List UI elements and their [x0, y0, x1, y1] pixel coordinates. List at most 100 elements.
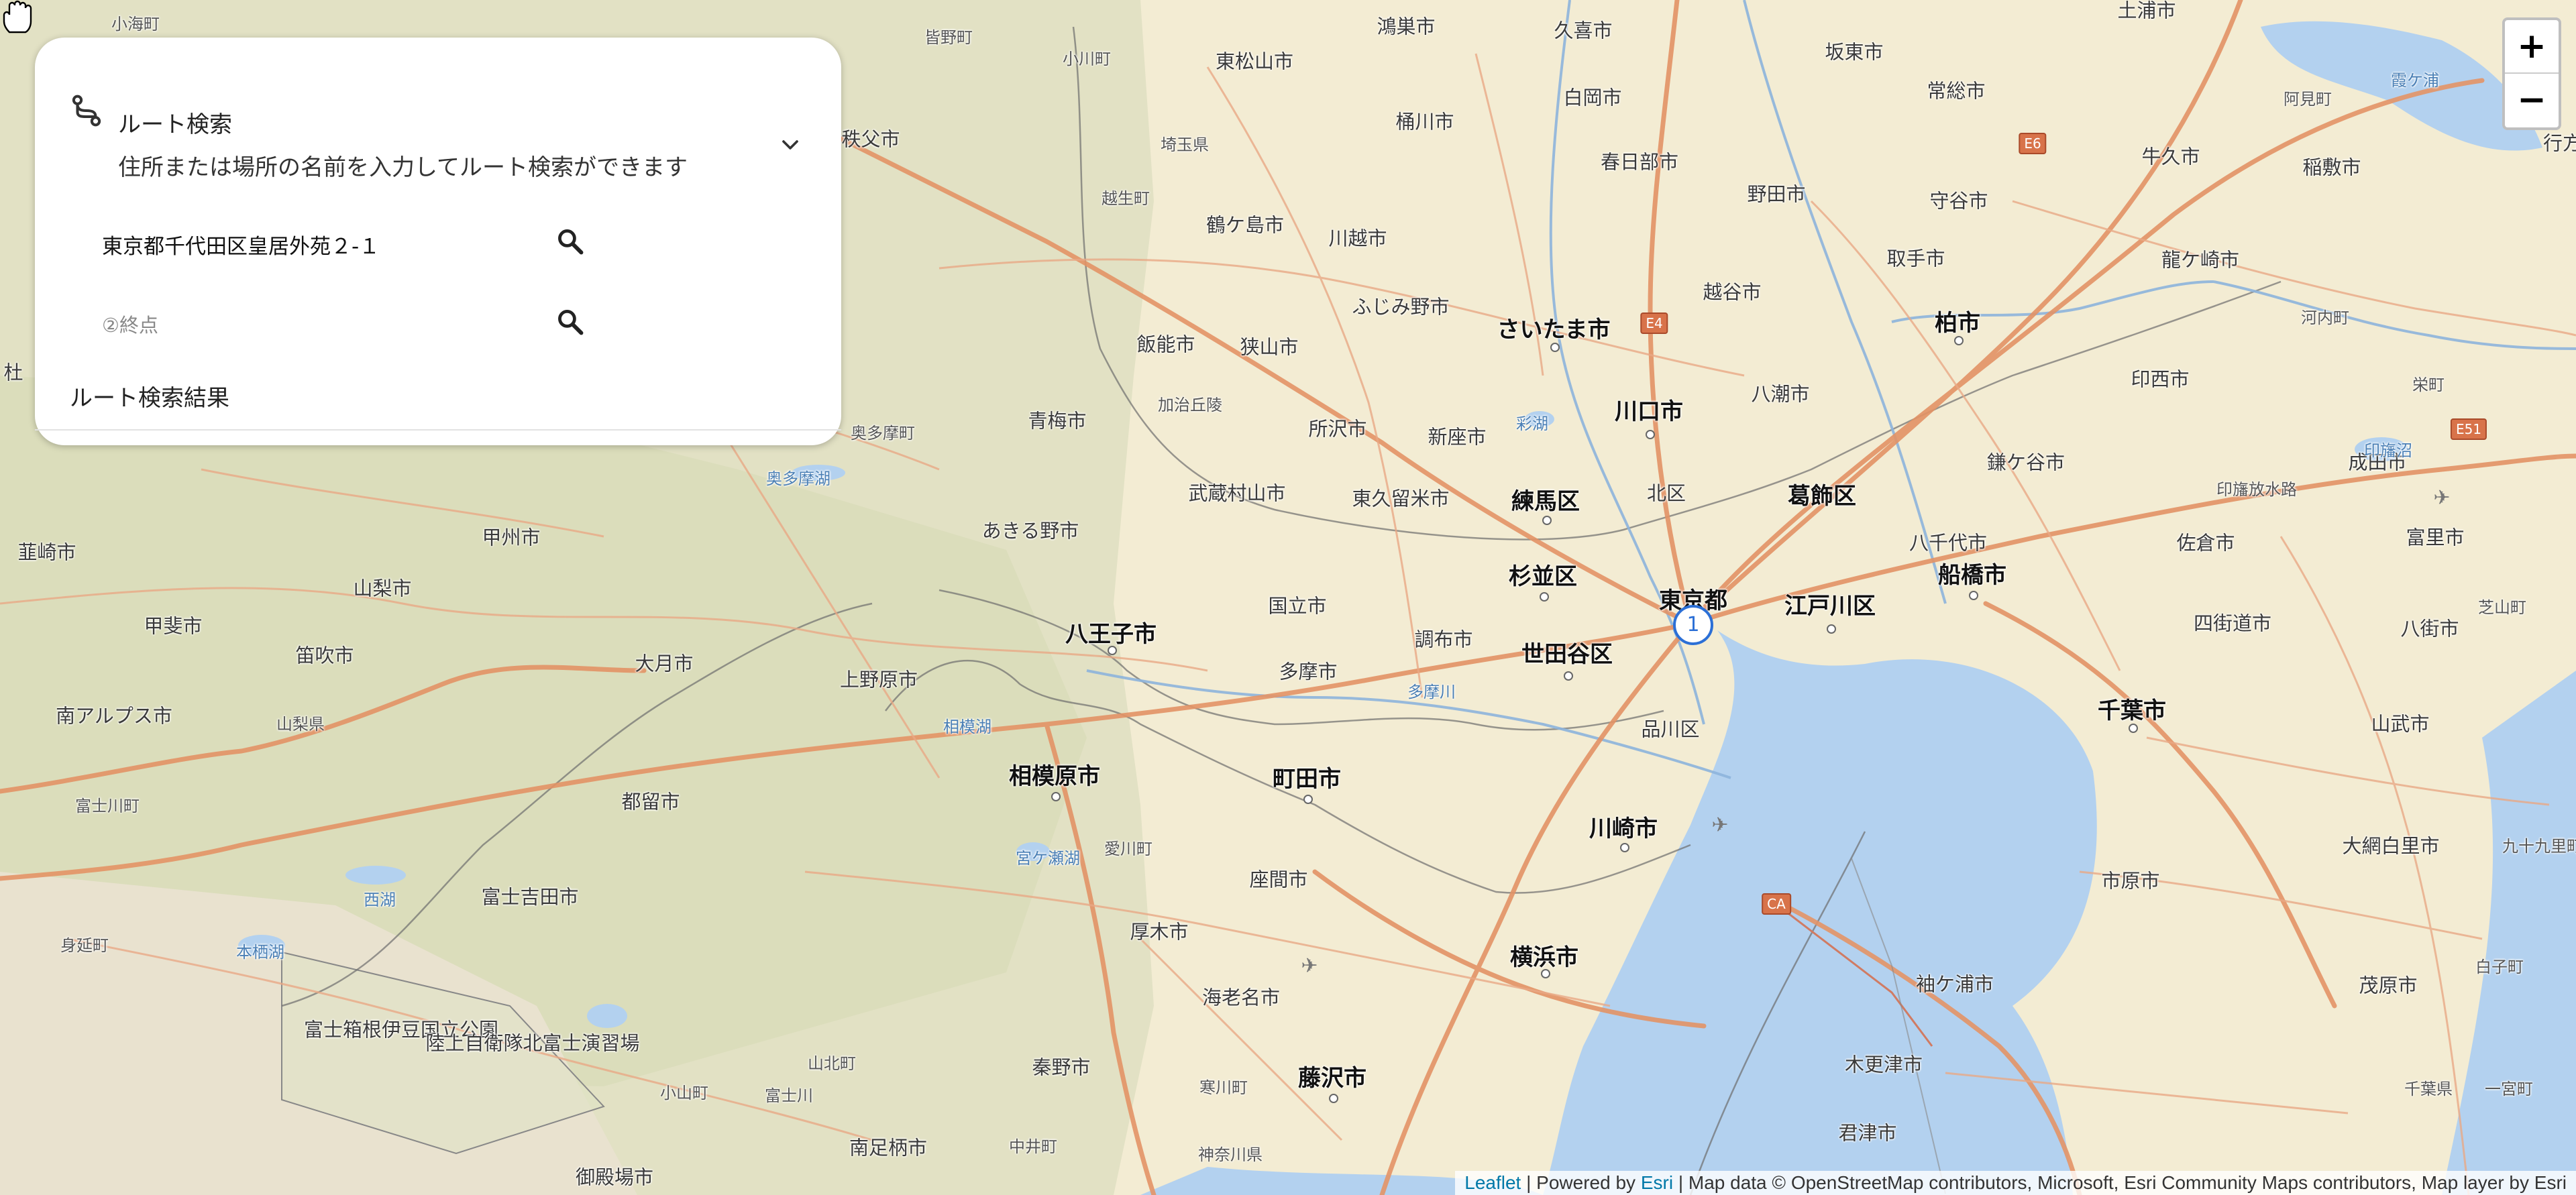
place-label: 杜 — [3, 361, 23, 384]
city-dot — [1542, 516, 1552, 525]
place-label: 千葉県 — [2404, 1080, 2453, 1098]
place-label: 北区 — [1646, 481, 1686, 505]
place-label: 相模原市 — [1009, 763, 1100, 790]
place-label: 河内町 — [2301, 308, 2349, 327]
city-dot — [1954, 336, 1964, 345]
place-label: 寒川町 — [1199, 1078, 1248, 1097]
place-label: 南足柄市 — [849, 1136, 928, 1159]
place-label: 新座市 — [1428, 425, 1487, 449]
place-label: 韮崎市 — [17, 540, 76, 564]
svg-text:✈: ✈ — [1711, 813, 1728, 837]
search-icon[interactable] — [555, 307, 585, 337]
leaflet-link[interactable]: Leaflet — [1464, 1172, 1521, 1193]
place-label: 小海町 — [111, 15, 160, 34]
place-label: 稲敷市 — [2302, 156, 2361, 179]
place-label: 八王子市 — [1065, 621, 1157, 648]
place-label: 栄町 — [2412, 376, 2445, 394]
place-label: 久喜市 — [1554, 19, 1613, 42]
place-label: 越谷市 — [1703, 280, 1762, 304]
place-label: 牛久市 — [2141, 145, 2200, 168]
place-label: 東久留米市 — [1352, 487, 1450, 510]
city-dot — [1540, 592, 1549, 602]
map-attribution: Leaflet | Powered by Esri | Map data © O… — [1455, 1171, 2576, 1195]
search-icon[interactable] — [555, 227, 585, 256]
place-label: 笛吹市 — [295, 644, 354, 667]
place-label: 彩湖 — [1516, 414, 1548, 433]
place-label: 土浦市 — [2117, 0, 2176, 22]
place-label: 藤沢市 — [1298, 1065, 1366, 1092]
attribution-sep: | Powered by — [1521, 1172, 1641, 1193]
place-label: 小川町 — [1063, 50, 1111, 68]
place-label: 町田市 — [1273, 766, 1341, 793]
place-label: ふじみ野市 — [1352, 295, 1450, 319]
route-search-panel: ルート検索 住所または場所の名前を入力してルート検索ができます 東京都千代田区皇… — [35, 38, 841, 445]
hand-cursor-icon — [3, 0, 32, 34]
place-label: 白岡市 — [1563, 86, 1622, 109]
place-label: 守谷市 — [1929, 189, 1988, 213]
place-label: 宮ケ瀬湖 — [1016, 849, 1080, 868]
place-label: 奥多摩町 — [851, 424, 915, 443]
place-label: 川崎市 — [1589, 815, 1658, 842]
start-point-field[interactable]: 東京都千代田区皇居外苑２-１ — [102, 216, 585, 270]
place-label: 芝山町 — [2478, 598, 2526, 617]
place-label: 調布市 — [1414, 628, 1473, 651]
place-label: 桶川市 — [1395, 110, 1454, 133]
place-label: 江戸川区 — [1784, 593, 1876, 620]
place-label: 富士吉田市 — [481, 885, 579, 909]
place-label: 川越市 — [1328, 227, 1387, 250]
esri-link[interactable]: Esri — [1641, 1172, 1673, 1193]
place-label: 印西市 — [2131, 367, 2190, 391]
zoom-in-button[interactable]: + — [2505, 20, 2559, 74]
place-label: 御殿場市 — [575, 1165, 654, 1189]
place-label: 霞ケ浦 — [2391, 71, 2439, 90]
place-label: 甲州市 — [482, 526, 541, 549]
place-label: 多摩市 — [1279, 660, 1338, 683]
start-point-input[interactable]: 東京都千代田区皇居外苑２-１ — [102, 229, 380, 260]
place-label: 阿見町 — [2284, 90, 2332, 109]
city-dot — [1108, 646, 1117, 655]
place-label: 一宮町 — [2485, 1080, 2533, 1098]
highway-shield: E4 — [1640, 312, 1668, 334]
place-label: 富里市 — [2406, 526, 2465, 549]
place-label: 茂原市 — [2359, 974, 2418, 997]
place-label: 八潮市 — [1751, 382, 1810, 406]
place-label: 四街道市 — [2193, 612, 2272, 635]
place-label: 千葉市 — [2098, 697, 2166, 724]
place-label: 練馬区 — [1511, 488, 1580, 515]
chevron-down-icon[interactable] — [777, 131, 804, 158]
place-label: 世田谷区 — [1521, 641, 1613, 668]
end-point-input[interactable]: ②終点 — [102, 310, 158, 338]
place-label: 山梨県 — [276, 715, 325, 734]
place-label: 品川区 — [1641, 718, 1700, 741]
place-label: 海老名市 — [1201, 986, 1281, 1009]
place-label: 印旛放水路 — [2216, 480, 2297, 499]
place-label: 上野原市 — [839, 668, 918, 691]
place-label: 山梨市 — [353, 577, 412, 600]
place-label: 皆野町 — [924, 28, 973, 47]
place-label: 座間市 — [1249, 868, 1308, 891]
place-label: 神奈川県 — [1198, 1145, 1263, 1164]
place-label: 杉並区 — [1509, 563, 1577, 590]
zoom-out-button[interactable]: − — [2505, 74, 2559, 126]
city-dot — [1564, 671, 1573, 681]
place-label: 東松山市 — [1215, 50, 1294, 73]
place-label: 木更津市 — [1844, 1053, 1923, 1076]
route-icon — [72, 95, 101, 127]
end-point-field[interactable]: ②終点 — [102, 296, 585, 350]
place-label: 龍ケ崎市 — [2161, 248, 2240, 272]
place-label: 行方 — [2542, 131, 2576, 155]
attribution-text: | Map data © OpenStreetMap contributors,… — [1673, 1172, 2567, 1193]
place-label: 愛川町 — [1104, 840, 1152, 858]
place-label: 富士川 — [765, 1086, 813, 1105]
city-dot — [1329, 1094, 1338, 1103]
place-label: 西湖 — [364, 891, 396, 909]
city-dot — [1969, 591, 1978, 600]
place-label: 中井町 — [1009, 1137, 1057, 1156]
route-start-marker[interactable]: 1 — [1673, 605, 1713, 645]
place-label: 大網白里市 — [2342, 834, 2440, 858]
place-label: 都留市 — [621, 790, 680, 813]
place-label: 陸上自衛隊北富士演習場 — [425, 1031, 640, 1055]
place-label: 九十九里町 — [2502, 837, 2576, 856]
place-label: 鶴ケ島市 — [1205, 213, 1285, 237]
place-label: 甲斐市 — [144, 614, 203, 638]
